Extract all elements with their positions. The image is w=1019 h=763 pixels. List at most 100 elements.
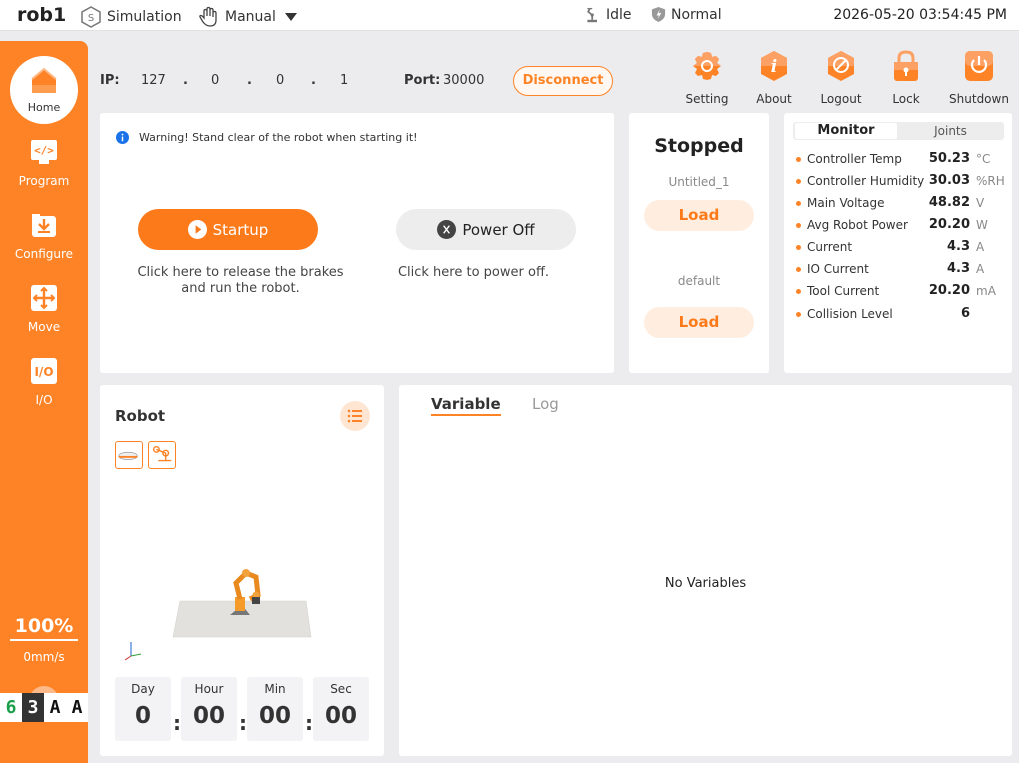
simulation-mode[interactable]: S Simulation bbox=[80, 6, 182, 28]
startup-hint: Click here to release the brakes and run… bbox=[128, 265, 353, 297]
timer-label: Sec bbox=[330, 682, 352, 696]
load-program-button[interactable]: Load bbox=[644, 200, 754, 231]
ip-octet-2[interactable]: 0 bbox=[211, 73, 219, 88]
tab-monitor[interactable]: Monitor bbox=[795, 123, 897, 139]
status-badge-1: 6 bbox=[0, 693, 22, 722]
timer-value: 00 bbox=[324, 703, 357, 729]
power-off-label: Power Off bbox=[462, 220, 535, 239]
bullet-icon bbox=[796, 223, 801, 228]
program-panel: Stopped Untitled_1 Load default Load bbox=[629, 113, 769, 373]
io-icon: I/O bbox=[31, 358, 57, 384]
robot-menu-button[interactable] bbox=[340, 401, 370, 431]
sidebar-item-io[interactable]: I/O I/O bbox=[0, 356, 88, 407]
timer-label: Min bbox=[264, 682, 286, 696]
robot-panel-title: Robot bbox=[115, 407, 166, 425]
power-off-hint: Click here to power off. bbox=[397, 265, 550, 280]
status-badge-2: 3 bbox=[22, 693, 44, 722]
sidebar-item-home[interactable]: Home bbox=[10, 56, 78, 124]
ip-octet-4[interactable]: 1 bbox=[340, 73, 348, 88]
startup-label: Startup bbox=[212, 220, 269, 239]
port-label: Port: bbox=[404, 73, 441, 88]
monitor-label: IO Current bbox=[807, 262, 869, 276]
sidebar-item-program[interactable]: </> Program bbox=[0, 137, 88, 188]
bullet-icon bbox=[796, 312, 801, 317]
port-value[interactable]: 30000 bbox=[443, 73, 484, 88]
timer-value: 00 bbox=[192, 703, 225, 729]
safety-status: Normal bbox=[651, 6, 722, 23]
monitor-tabs: Monitor Joints bbox=[793, 122, 1004, 140]
about-label: About bbox=[756, 92, 792, 106]
svg-text:S: S bbox=[88, 13, 94, 24]
shield-icon bbox=[651, 7, 666, 22]
tab-log[interactable]: Log bbox=[532, 395, 559, 413]
logout-icon bbox=[828, 51, 854, 81]
manual-mode-dropdown[interactable]: Manual bbox=[198, 6, 297, 28]
hand-icon bbox=[199, 6, 217, 27]
timer-colon: : bbox=[239, 711, 247, 735]
robot-arm-icon bbox=[152, 445, 172, 462]
monitor-value: 6 bbox=[960, 306, 970, 321]
monitor-row: Avg Robot Power 20.20 W bbox=[796, 217, 1006, 235]
monitor-unit: °C bbox=[976, 152, 991, 166]
svg-text:I/O: I/O bbox=[34, 365, 53, 379]
monitor-unit: %RH bbox=[976, 174, 1005, 188]
chevron-down-icon bbox=[284, 13, 297, 21]
monitor-label: Controller Temp bbox=[807, 152, 902, 166]
safety-label: Normal bbox=[671, 6, 722, 23]
timer-value: 0 bbox=[134, 703, 151, 729]
ip-octet-1[interactable]: 127 bbox=[141, 73, 166, 88]
startup-button[interactable]: Startup bbox=[138, 209, 318, 250]
robot-3d-view[interactable] bbox=[170, 561, 316, 641]
bullet-icon bbox=[796, 245, 801, 250]
monitor-label: Tool Current bbox=[807, 284, 880, 298]
power-icon bbox=[965, 51, 993, 81]
timer-colon: : bbox=[173, 711, 181, 735]
load-config-button[interactable]: Load bbox=[644, 307, 754, 338]
logout-label: Logout bbox=[820, 92, 862, 106]
lock-icon bbox=[894, 50, 918, 81]
robot-arm-icon bbox=[587, 7, 597, 23]
lock-button[interactable]: Lock bbox=[874, 49, 938, 106]
monitor-value: 4.3 bbox=[946, 239, 970, 254]
program-name: Untitled_1 bbox=[668, 175, 730, 189]
simulation-label: Simulation bbox=[107, 9, 182, 25]
sidebar-item-move[interactable]: Move bbox=[0, 283, 88, 334]
monitor-row: Controller Humidity 30.03 %RH bbox=[796, 173, 1006, 191]
ip-octet-3[interactable]: 0 bbox=[276, 73, 284, 88]
tab-joints[interactable]: Joints bbox=[899, 123, 1002, 139]
speed-indicator[interactable]: 100% 0mm/s bbox=[10, 615, 78, 664]
monitor-row: IO Current 4.3 A bbox=[796, 261, 1006, 279]
move-arrows-icon bbox=[31, 285, 57, 311]
status-badge-3: A bbox=[44, 693, 66, 722]
sidebar-item-configure[interactable]: Configure bbox=[0, 210, 88, 261]
base-view-button[interactable] bbox=[115, 441, 143, 469]
bullet-icon bbox=[796, 289, 801, 294]
power-off-button[interactable]: Power Off bbox=[396, 209, 576, 250]
speed-mm: 0mm/s bbox=[23, 650, 65, 664]
ip-dot: . bbox=[247, 73, 252, 88]
state-label: Idle bbox=[606, 7, 632, 23]
setting-button[interactable]: Setting bbox=[675, 49, 739, 106]
timer-sec: Sec 00 bbox=[313, 677, 369, 741]
program-status: Stopped bbox=[654, 135, 744, 157]
logout-button[interactable]: Logout bbox=[809, 49, 873, 106]
list-icon bbox=[347, 409, 362, 423]
monitor-label: Collision Level bbox=[807, 307, 893, 321]
warning-text: Warning! Stand clear of the robot when s… bbox=[139, 131, 418, 144]
simulation-icon: S bbox=[81, 6, 101, 28]
monitor-row: Tool Current 20.20 mA bbox=[796, 283, 1006, 301]
monitor-label: Avg Robot Power bbox=[807, 218, 908, 232]
sidebar-label-configure: Configure bbox=[14, 247, 74, 261]
monitor-row: Controller Temp 50.23 °C bbox=[796, 151, 1006, 169]
timer-label: Day bbox=[131, 682, 155, 696]
robot-view-button[interactable] bbox=[148, 441, 176, 469]
startup-hint-line-1: Click here to release the brakes bbox=[137, 265, 344, 280]
about-button[interactable]: i About bbox=[742, 49, 806, 106]
lock-label: Lock bbox=[892, 92, 920, 106]
sidebar-label-home: Home bbox=[27, 101, 61, 114]
shutdown-button[interactable]: Shutdown bbox=[947, 49, 1011, 106]
monitor-value: 30.03 bbox=[928, 173, 970, 188]
tab-variable[interactable]: Variable bbox=[431, 395, 501, 416]
shutdown-label: Shutdown bbox=[949, 92, 1009, 106]
disconnect-button[interactable]: Disconnect bbox=[513, 66, 613, 96]
